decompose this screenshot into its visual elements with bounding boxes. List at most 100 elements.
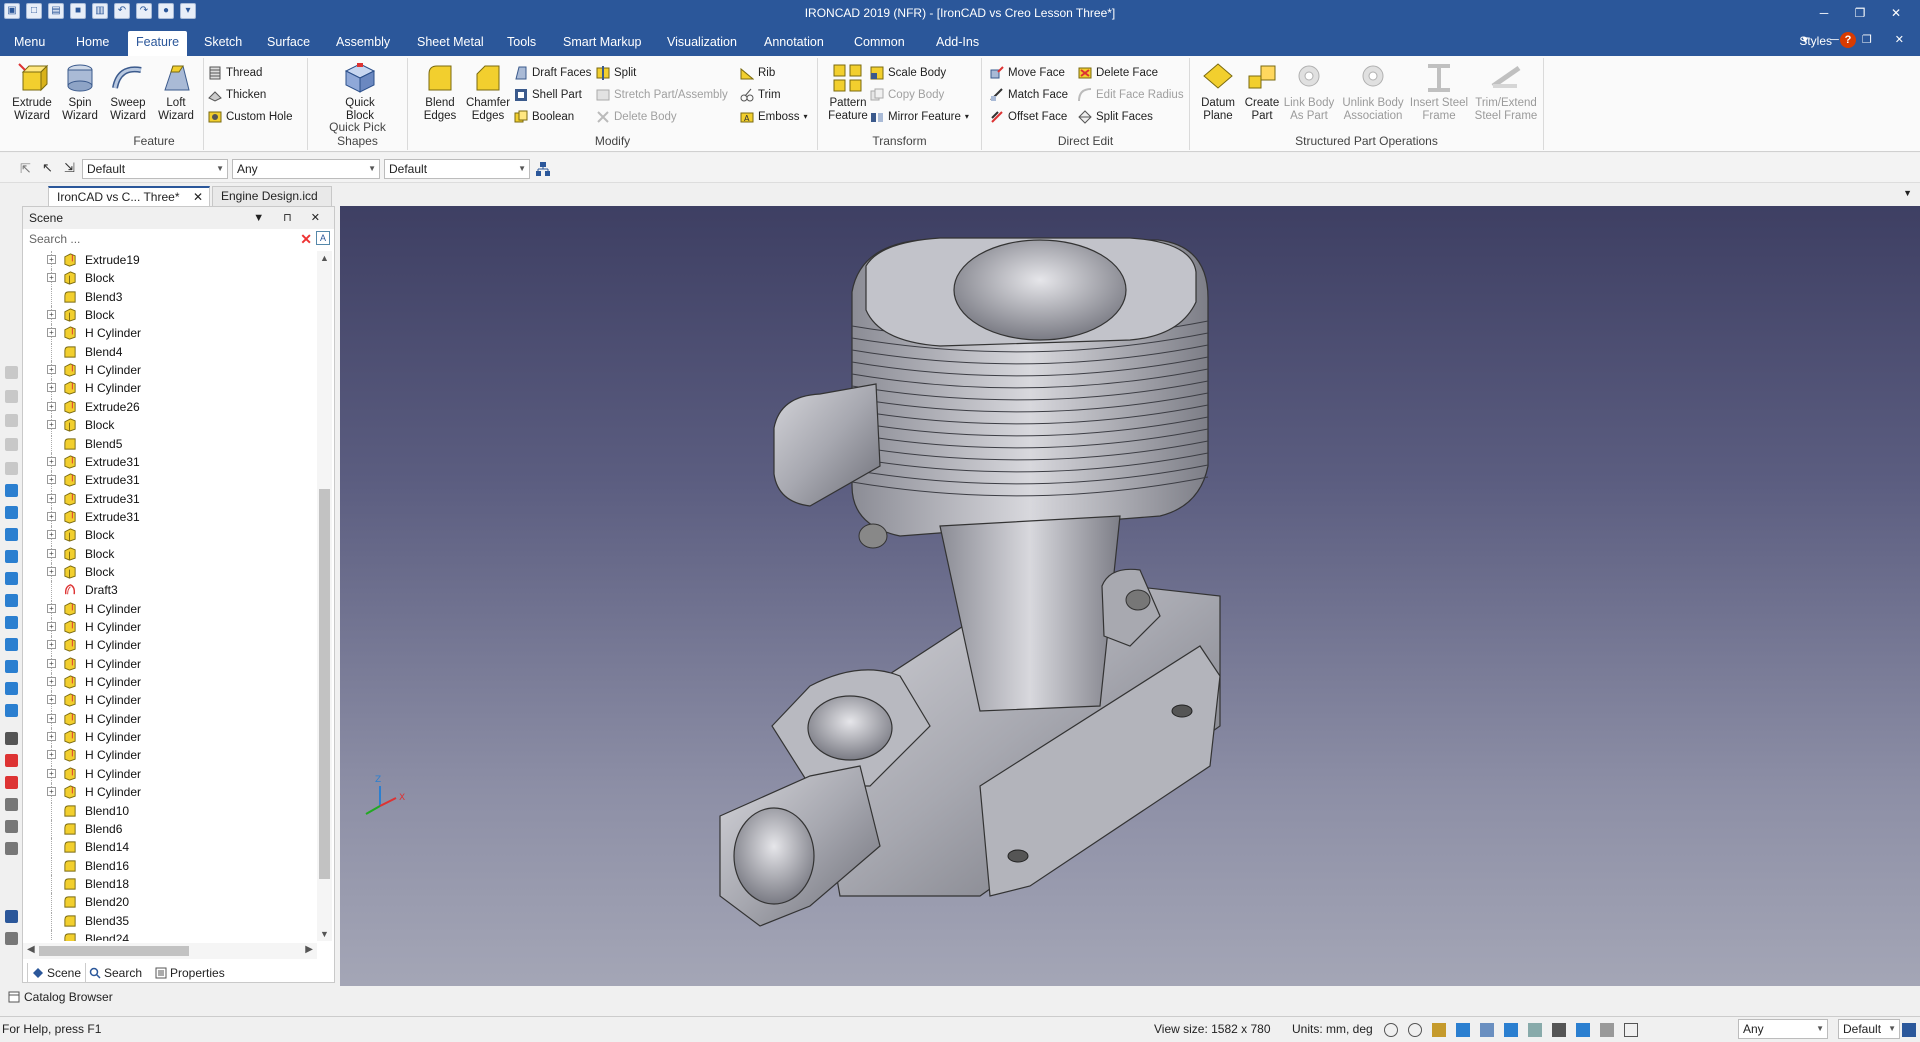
expand-icon[interactable]: + [47,475,56,485]
tool-strip-icon[interactable] [5,390,18,403]
mirror-dropdown-icon[interactable]: ▾ [965,108,969,126]
view-dimetric-icon[interactable] [5,638,18,651]
scene-tree-item[interactable]: + H Cylinder [23,324,317,343]
tab-surface[interactable]: Surface [259,31,318,56]
view-fit-icon[interactable] [5,704,18,717]
grid-icon[interactable] [1504,1023,1518,1037]
scene-tree-item[interactable]: + Extrude31 [23,452,317,471]
tool-strip-icon[interactable] [5,462,18,475]
view-left-icon[interactable] [5,528,18,541]
rib-button[interactable]: Rib [740,64,775,82]
tab-scene[interactable]: Scene [27,963,87,983]
tab-search[interactable]: Search [85,963,146,983]
boolean-button[interactable]: Boolean [514,108,574,126]
hierarchy-icon[interactable] [535,161,551,177]
scene-tree-item[interactable]: Blend16 [23,856,317,875]
tab-feature[interactable]: Feature [128,31,188,56]
edit-face-radius-button[interactable]: Edit Face Radius [1078,86,1184,104]
offset-face-button[interactable]: Offset Face [990,108,1067,126]
scene-tree-item[interactable]: + H Cylinder [23,783,317,802]
camera-icon[interactable] [1552,1023,1566,1037]
expand-icon[interactable]: + [47,677,56,687]
trim-button[interactable]: Trim [740,86,781,104]
datum-plane-button[interactable]: Datum Plane [1194,62,1242,123]
copy-body-button[interactable]: Copy Body [870,86,944,104]
scroll-thumb[interactable] [319,489,330,879]
expand-icon[interactable]: + [47,622,56,631]
expand-icon[interactable]: + [47,658,56,668]
tab-list-chevron-icon[interactable]: ▼ [1903,188,1912,198]
display-mode-icon[interactable] [1456,1023,1470,1037]
unlink-body-button[interactable]: Unlink Body Association [1340,62,1406,123]
expand-icon[interactable]: + [47,695,56,705]
tab-tools[interactable]: Tools [499,31,544,56]
create-part-button[interactable]: Create Part [1238,62,1286,123]
tab-smart-markup[interactable]: Smart Markup [555,31,650,56]
scene-tree-item[interactable]: + H Cylinder [23,728,317,747]
tab-common[interactable]: Common [846,31,913,56]
stretch-part-button[interactable]: Stretch Part/Assembly [596,86,728,104]
tool-strip-icon[interactable] [5,414,18,427]
pointer-icon[interactable] [1624,1023,1638,1037]
tab-add-ins[interactable]: Add-Ins [928,31,987,56]
tab-home[interactable]: Home [68,31,117,56]
scene-tree-item[interactable]: + Extrude19 [23,251,317,269]
section-view-icon[interactable] [1576,1023,1590,1037]
expand-icon[interactable]: + [47,530,56,540]
interference-icon[interactable] [5,776,18,789]
scene-tree-item[interactable]: + Extrude31 [23,489,317,508]
zoom-icon[interactable] [1384,1023,1398,1037]
view-top-icon[interactable] [5,572,18,585]
sketch-tool-icon[interactable] [5,910,18,923]
expand-icon[interactable]: + [47,603,56,613]
scroll-right-icon[interactable]: ▶ [305,944,313,955]
close-icon[interactable]: ✕ [193,188,203,206]
section-icon[interactable] [5,754,18,767]
expand-icon[interactable]: + [47,750,56,760]
expand-icon[interactable]: + [47,456,56,466]
clear-search-icon[interactable]: ✕ [300,231,312,247]
scene-tree-item[interactable]: Blend18 [23,874,317,893]
scene-tree-item[interactable]: Blend24 [23,929,317,941]
scene-tree-item[interactable]: + Block [23,306,317,325]
scene-tree-item[interactable]: Blend3 [23,287,317,306]
scene-tree-item[interactable]: + Extrude26 [23,397,317,416]
scene-tree-item[interactable]: + H Cylinder [23,691,317,710]
scroll-up-icon[interactable]: ▲ [320,253,329,263]
scene-tree-item[interactable]: Blend5 [23,434,317,453]
catalog-browser-tab[interactable]: Catalog Browser [0,987,340,1007]
minimize-icon[interactable]: ─ [1806,2,1842,24]
scene-combo[interactable]: Default ▼ [384,159,530,179]
view-iso-icon[interactable] [5,616,18,629]
tab-properties[interactable]: Properties [151,963,229,983]
doc-tab-engine[interactable]: Engine Design.icd [212,186,332,206]
status-style-combo[interactable]: Default ▼ [1838,1019,1900,1039]
view-trimetric-icon[interactable] [5,660,18,673]
scene-tree-item[interactable]: Blend14 [23,838,317,857]
scene-tree-item[interactable]: Blend4 [23,342,317,361]
tab-menu[interactable]: Menu [6,31,53,56]
rotate-icon[interactable] [5,820,18,833]
scene-tree-item[interactable]: + Extrude31 [23,507,317,526]
expand-icon[interactable]: + [47,548,56,558]
emboss-dropdown-icon[interactable]: ▾ [804,108,808,126]
scene-tree-item[interactable]: + H Cylinder [23,361,317,380]
view-normal-icon[interactable] [5,682,18,695]
scene-search-input[interactable]: Search ... ✕ A [23,229,334,249]
expand-icon[interactable]: + [47,365,56,375]
tab-visualization[interactable]: Visualization [659,31,745,56]
select-mode-icon[interactable]: ⇲ [64,160,75,176]
expand-icon[interactable]: + [47,328,56,338]
expand-icon[interactable]: + [47,401,56,411]
scene-tree-item[interactable]: + H Cylinder [23,673,317,692]
trim-extend-steel-button[interactable]: Trim/Extend Steel Frame [1472,62,1540,123]
expand-icon[interactable]: + [47,420,56,430]
scene-tree-item[interactable]: + Extrude31 [23,471,317,490]
pointer-filter-icon[interactable]: ⇱ [20,161,31,177]
loft-wizard-button[interactable]: Loft Wizard [152,62,200,123]
scene-tree-item[interactable]: + Block [23,269,317,288]
scene-tree-item[interactable]: + H Cylinder [23,654,317,673]
tab-assembly[interactable]: Assembly [328,31,398,56]
move-face-button[interactable]: Move Face [990,64,1065,82]
expand-icon[interactable]: + [47,787,56,797]
